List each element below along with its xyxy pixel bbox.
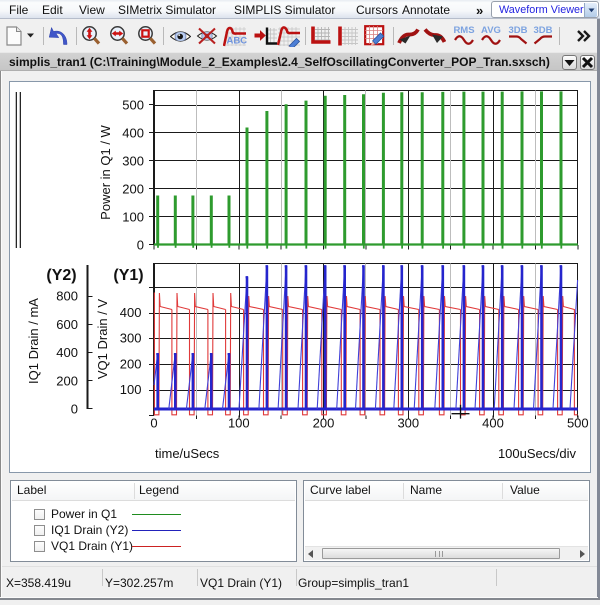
svg-text:ABC: ABC — [227, 36, 248, 47]
